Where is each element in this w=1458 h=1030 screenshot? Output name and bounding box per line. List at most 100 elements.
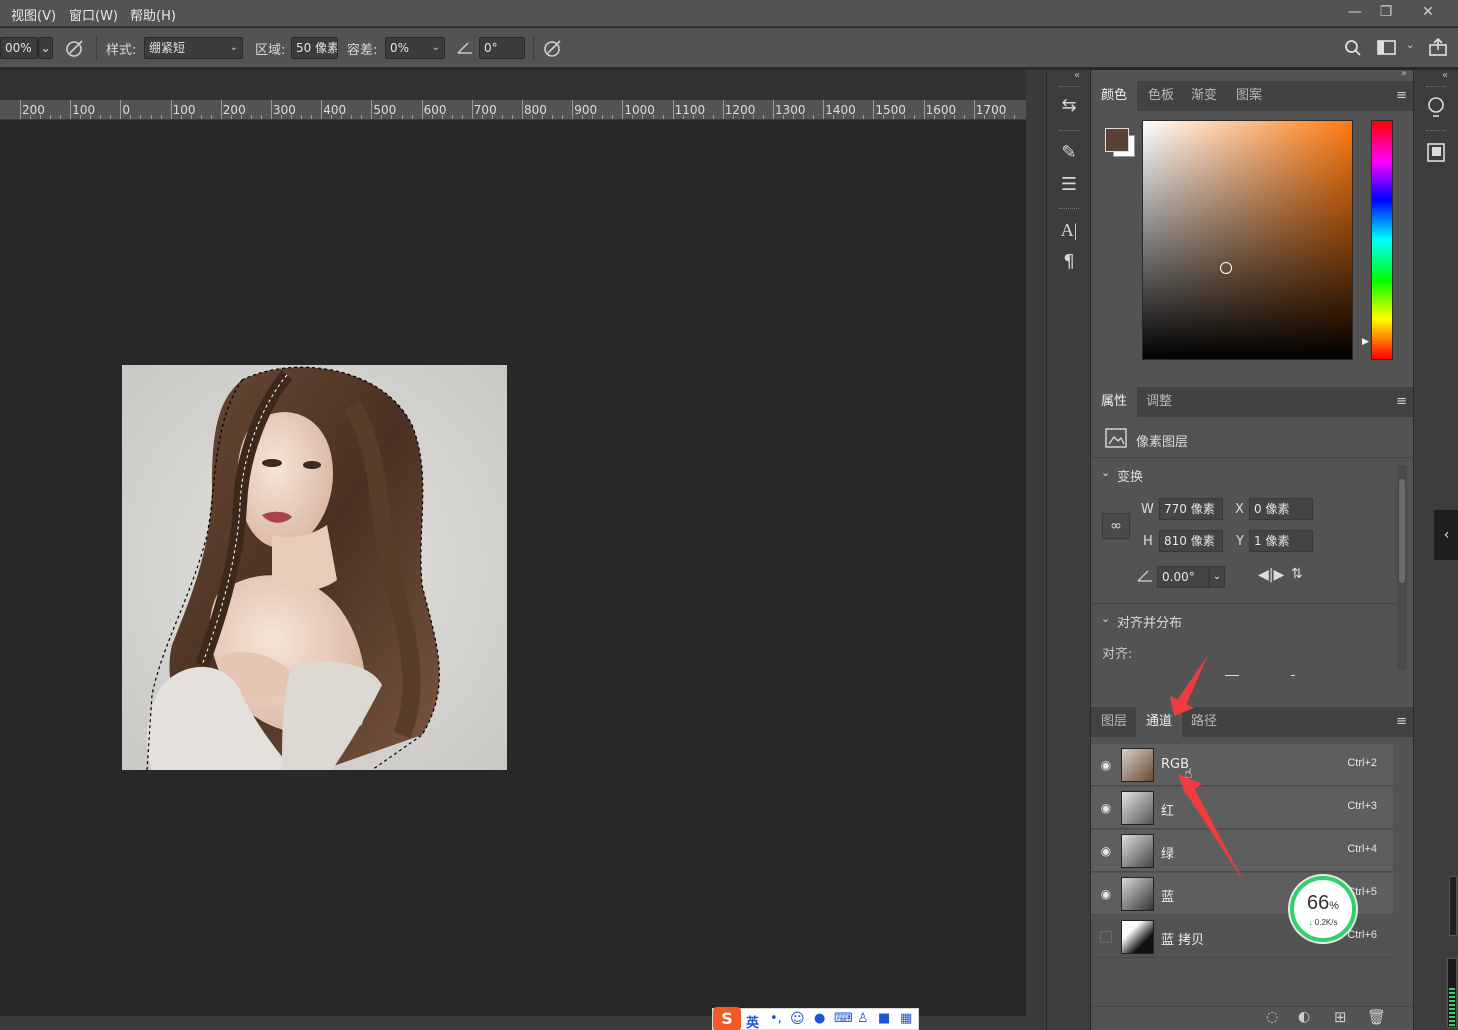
- panel-menu-icon[interactable]: ≡: [1396, 714, 1407, 729]
- chevron-down-icon[interactable]: ⌄: [1406, 40, 1414, 51]
- character-icon[interactable]: A|: [1057, 218, 1081, 242]
- color-picker-cursor[interactable]: [1220, 262, 1232, 274]
- restore-icon[interactable]: ❐: [1368, 0, 1404, 24]
- ruler-minor-tick: [260, 115, 262, 119]
- x-input[interactable]: 0 像素: [1249, 498, 1313, 520]
- ruler-minor-tick: [110, 115, 112, 119]
- hue-slider-handle[interactable]: ▶: [1362, 337, 1369, 347]
- height-input[interactable]: 810 像素: [1159, 530, 1223, 552]
- menu-help[interactable]: 帮助(H): [130, 5, 176, 24]
- align-button[interactable]: [1225, 675, 1239, 676]
- panel-menu-icon[interactable]: ≡: [1396, 88, 1407, 103]
- tab-layers[interactable]: 图层: [1091, 707, 1137, 737]
- ruler-minor-tick: [291, 115, 293, 119]
- color-field[interactable]: [1142, 120, 1353, 360]
- learn-bulb-icon[interactable]: [1426, 96, 1446, 120]
- sogou-logo-icon[interactable]: S: [713, 1007, 741, 1030]
- brush-settings-icon[interactable]: [64, 38, 86, 58]
- search-icon[interactable]: [1344, 39, 1362, 57]
- paragraph-icon[interactable]: ¶: [1057, 250, 1081, 274]
- properties-scrollbar[interactable]: [1397, 465, 1407, 670]
- history-icon[interactable]: ⇆: [1057, 94, 1081, 118]
- ruler-major-tick: [823, 100, 825, 119]
- style-select[interactable]: 绷紧短 ⌄: [144, 37, 243, 59]
- collapse-arrows-icon[interactable]: »: [1401, 68, 1407, 79]
- keyboard-icon[interactable]: ⌨: [834, 1011, 853, 1026]
- width-input[interactable]: 770 像素: [1159, 498, 1223, 520]
- save-selection-icon[interactable]: ◐: [1298, 1009, 1310, 1025]
- ruler-minor-tick: [100, 115, 102, 119]
- ruler-minor-tick: [50, 115, 52, 119]
- user-icon[interactable]: ♙: [857, 1011, 869, 1026]
- collapse-arrows-icon[interactable]: «: [1074, 70, 1080, 81]
- eye-icon[interactable]: ◉: [1099, 758, 1113, 772]
- expand-panel-tab[interactable]: ‹: [1434, 510, 1458, 560]
- canvas-image[interactable]: [122, 365, 507, 770]
- h-label: H: [1143, 534, 1153, 549]
- tab-swatches[interactable]: 色板: [1138, 81, 1184, 111]
- chevron-down-icon: ⌄: [40, 41, 51, 55]
- channel-row-green[interactable]: ◉ 绿 Ctrl+4: [1091, 830, 1393, 872]
- libraries-icon[interactable]: [1426, 142, 1446, 164]
- tab-adjustments[interactable]: 调整: [1136, 387, 1182, 417]
- channel-row-rgb[interactable]: ◉ RGB Ctrl+2: [1091, 744, 1393, 786]
- emoji-icon[interactable]: ☺: [790, 1011, 805, 1027]
- tab-gradients[interactable]: 渐变: [1181, 81, 1227, 111]
- link-icon[interactable]: ∞: [1102, 513, 1130, 539]
- flip-horizontal-icon[interactable]: ◀|▶: [1258, 567, 1284, 583]
- eye-icon[interactable]: ◉: [1099, 844, 1113, 858]
- tolerance-select[interactable]: 0% ⌄: [385, 37, 445, 59]
- channel-name: 蓝 拷贝: [1161, 933, 1205, 948]
- transform-section-title[interactable]: 变换: [1117, 466, 1143, 485]
- eye-icon[interactable]: ◉: [1099, 801, 1113, 815]
- menu-view[interactable]: 视图(V): [11, 5, 56, 24]
- pressure-icon[interactable]: [542, 38, 564, 58]
- adjustments-icon[interactable]: ☰: [1057, 173, 1081, 197]
- align-section-title[interactable]: 对齐并分布: [1117, 612, 1182, 631]
- ruler-tick-label: 1300: [775, 103, 806, 117]
- channel-row-red[interactable]: ◉ 红 Ctrl+3: [1091, 787, 1393, 829]
- zoom-dropdown[interactable]: ⌄: [38, 37, 53, 59]
- angle-field[interactable]: 0°: [479, 37, 525, 59]
- ime-mode[interactable]: 英: [746, 1012, 759, 1030]
- collapse-arrows-icon[interactable]: «: [1442, 70, 1448, 81]
- tab-channels[interactable]: 通道: [1136, 707, 1183, 737]
- channel-shortcut: Ctrl+4: [1347, 843, 1377, 855]
- zoom-field[interactable]: 00%: [0, 37, 38, 59]
- ruler-major-tick: [923, 100, 925, 119]
- y-input[interactable]: 1 像素: [1249, 530, 1313, 552]
- tab-patterns[interactable]: 图案: [1226, 81, 1272, 111]
- microphone-icon[interactable]: ●: [814, 1011, 825, 1026]
- align-button[interactable]: [1291, 675, 1295, 676]
- chevron-down-icon[interactable]: ⌄: [1101, 612, 1110, 625]
- tab-properties[interactable]: 属性: [1091, 387, 1138, 417]
- skin-icon[interactable]: ■: [878, 1011, 890, 1026]
- trash-icon[interactable]: 🗑: [1367, 1008, 1386, 1026]
- tab-paths[interactable]: 路径: [1181, 707, 1227, 737]
- hue-slider[interactable]: [1371, 120, 1393, 360]
- new-channel-icon[interactable]: ⊞: [1334, 1008, 1347, 1026]
- ruler-minor-tick: [692, 115, 694, 119]
- network-speed-widget[interactable]: 66% ↓ 0.2K/s: [1290, 876, 1356, 942]
- area-field[interactable]: 50 像素: [291, 37, 338, 59]
- rotation-dropdown[interactable]: ⌄: [1209, 566, 1225, 588]
- workspace-icon[interactable]: [1377, 40, 1397, 56]
- chevron-down-icon[interactable]: ⌄: [1101, 466, 1110, 479]
- document-vertical-scrollbar[interactable]: [1026, 70, 1046, 1030]
- toolbox-icon[interactable]: ▦: [900, 1011, 912, 1026]
- panel-menu-icon[interactable]: ≡: [1396, 394, 1407, 409]
- rotation-input[interactable]: 0.00°: [1157, 566, 1209, 588]
- punctuation-icon[interactable]: •,: [770, 1011, 782, 1026]
- ruler-major-tick: [120, 100, 122, 119]
- brush-presets-icon[interactable]: ✎: [1057, 141, 1081, 165]
- flip-vertical-icon[interactable]: ⇅: [1291, 566, 1303, 582]
- close-icon[interactable]: ✕: [1410, 0, 1446, 24]
- visibility-checkbox[interactable]: [1100, 931, 1112, 943]
- share-icon[interactable]: [1428, 37, 1448, 57]
- load-selection-icon[interactable]: ◌: [1266, 1009, 1278, 1025]
- angle-icon: [457, 42, 472, 54]
- tab-color[interactable]: 颜色: [1091, 81, 1138, 111]
- eye-icon[interactable]: ◉: [1099, 887, 1113, 901]
- scrollbar-thumb[interactable]: [1399, 479, 1405, 583]
- menu-window[interactable]: 窗口(W): [69, 5, 118, 24]
